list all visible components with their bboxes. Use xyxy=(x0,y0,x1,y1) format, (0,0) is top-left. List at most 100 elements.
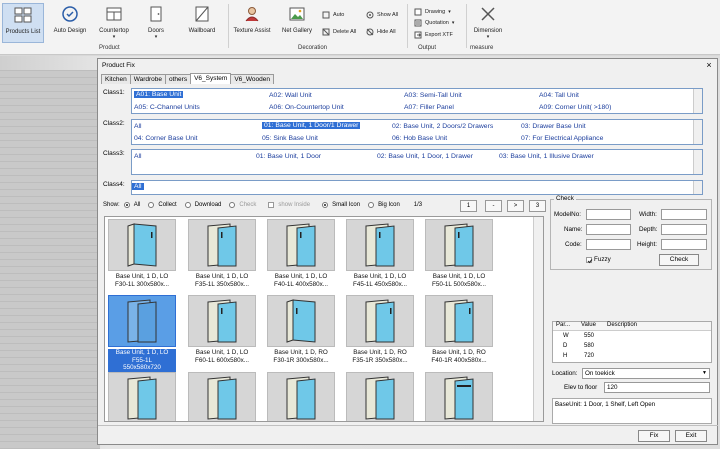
radio-collect[interactable] xyxy=(148,202,155,208)
class2-item[interactable]: 02: Base Unit, 2 Doors/2 Drawers xyxy=(392,123,493,130)
product-thumb[interactable] xyxy=(346,372,414,421)
class2-item[interactable]: 04: Corner Base Unit xyxy=(134,135,197,142)
class1-item[interactable]: A03: Semi-Tall Unit xyxy=(404,92,462,99)
product-thumb[interactable]: Base Unit, 1 D, LO F30-1L 300x580x... xyxy=(108,219,176,288)
class4-scrollbar[interactable] xyxy=(693,181,702,194)
product-thumb-selected[interactable]: Base Unit, 1 D, LO F55-1L 550x580x720 xyxy=(108,295,176,372)
cabinet-icon xyxy=(108,372,176,421)
tab-v6-system[interactable]: V6_System xyxy=(190,73,232,84)
depth-label: Depth: xyxy=(639,226,658,233)
class1-scrollbar[interactable] xyxy=(693,89,702,113)
check-button[interactable]: Check xyxy=(659,254,699,266)
page-next-button[interactable]: > xyxy=(507,200,524,212)
param-value[interactable]: 550 xyxy=(584,333,594,339)
class2-item[interactable]: 06: Hob Base Unit xyxy=(392,135,447,142)
tab-v6-wooden[interactable]: V6_Wooden xyxy=(230,74,274,84)
class2-item[interactable]: 03: Drawer Base Unit xyxy=(521,123,586,130)
fuzzy-option[interactable]: Fuzzy xyxy=(586,256,611,263)
class3-item[interactable]: 03: Base Unit, 1 Illusive Drawer xyxy=(499,153,594,160)
product-thumb[interactable] xyxy=(108,372,176,421)
class2-item[interactable]: All xyxy=(134,123,142,130)
products-list-button[interactable]: Products List xyxy=(2,3,44,43)
param-value[interactable]: 580 xyxy=(584,343,594,349)
dimension-button[interactable]: Dimension xyxy=(469,3,507,43)
radio-big-icon[interactable] xyxy=(368,202,375,208)
location-select[interactable]: On toekick ▼ xyxy=(582,368,710,379)
elev-input[interactable]: 120 xyxy=(604,382,710,393)
class1-item[interactable]: A09: Corner Unit( >180) xyxy=(539,104,611,111)
grid-scrollbar[interactable] xyxy=(533,217,543,421)
class3-item[interactable]: 02: Base Unit, 1 Door, 1 Drawer xyxy=(377,153,473,160)
model-no-input[interactable] xyxy=(586,209,631,220)
tab-kitchen[interactable]: Kitchen xyxy=(101,74,131,84)
export-xtf-button[interactable]: Export XTF xyxy=(414,31,453,39)
auto-button[interactable]: Auto xyxy=(322,11,344,19)
radio-big-icon-label: Big Icon xyxy=(378,202,400,208)
radio-collect-label: Collect xyxy=(158,202,177,208)
product-thumb[interactable]: Base Unit, 1 D, RO F35-1R 350x580x... xyxy=(346,295,414,364)
class2-item[interactable]: 05: Sink Base Unit xyxy=(262,135,318,142)
fix-button[interactable]: Fix xyxy=(638,430,670,442)
show-filter-row: Show: All Collect Download Check show In… xyxy=(103,202,422,208)
class2-item[interactable]: 07: For Electrical Appliance xyxy=(521,135,603,142)
code-input[interactable] xyxy=(586,239,631,250)
radio-check[interactable] xyxy=(229,202,236,208)
product-thumb[interactable]: Base Unit, 1 D, LO F60-1L 600x580x... xyxy=(188,295,256,364)
product-thumb[interactable]: Base Unit, 1 D, LO F35-1L 350x580x... xyxy=(188,219,256,288)
product-caption: Base Unit, 1 D, RO xyxy=(274,349,328,356)
auto-design-button[interactable]: Auto Design xyxy=(50,3,90,43)
drawing-button[interactable]: Drawing xyxy=(414,8,451,16)
width-input[interactable] xyxy=(661,209,707,220)
close-icon[interactable]: × xyxy=(703,60,715,70)
height-input[interactable] xyxy=(661,239,707,250)
hide-all-button[interactable]: Hide All xyxy=(366,28,396,36)
page-last-button[interactable]: 3 xyxy=(529,200,546,212)
class4-item[interactable]: All xyxy=(132,183,144,190)
product-thumb[interactable]: Base Unit, 1 D, RO F30-1R 300x580x... xyxy=(267,295,335,364)
cabinet-icon xyxy=(267,372,335,421)
tab-wardrobe[interactable]: Wardrobe xyxy=(129,74,166,84)
product-thumb[interactable]: Base Unit, 1 D, LO F40-1L 400x580x... xyxy=(267,219,335,288)
radio-all[interactable] xyxy=(123,202,130,208)
product-thumb[interactable]: Base Unit, 1 D, RO F40-1R 400x580x... xyxy=(425,295,493,364)
quotation-button[interactable]: Quotation xyxy=(414,19,454,27)
doors-button[interactable]: Doors xyxy=(140,3,172,43)
depth-input[interactable] xyxy=(661,224,707,235)
countertop-button[interactable]: Countertop xyxy=(95,3,133,43)
net-gallery-button[interactable]: Net Gallery xyxy=(278,3,316,43)
class2-item[interactable]: 01: Base Unit, 1 Door/1 Drawer xyxy=(262,122,361,129)
class1-item[interactable]: A01: Base Unit xyxy=(134,91,184,98)
tab-others[interactable]: others xyxy=(165,74,192,84)
page-first-button[interactable]: 1 xyxy=(460,200,477,212)
class4-label: Class4: xyxy=(103,181,125,188)
show-inside-checkbox[interactable] xyxy=(268,202,275,208)
texture-assist-button[interactable]: Texture Assist xyxy=(232,3,272,43)
radio-small-icon[interactable] xyxy=(322,202,329,208)
class3-item[interactable]: All xyxy=(134,153,142,160)
product-thumb[interactable] xyxy=(425,372,493,421)
cabinet-icon xyxy=(108,295,176,347)
class1-list: A01: Base Unit A02: Wall Unit A03: Semi-… xyxy=(131,88,703,114)
product-thumb[interactable]: Base Unit, 1 D, LO F45-1L 450x580x... xyxy=(346,219,414,288)
class3-item[interactable]: 01: Base Unit, 1 Door xyxy=(256,153,321,160)
product-thumb[interactable] xyxy=(188,372,256,421)
class1-item[interactable]: A04: Tall Unit xyxy=(539,92,579,99)
class1-item[interactable]: A06: On-Countertop Unit xyxy=(269,104,344,111)
class2-scrollbar[interactable] xyxy=(693,120,702,144)
exit-button[interactable]: Exit xyxy=(675,430,707,442)
class1-item[interactable]: A02: Wall Unit xyxy=(269,92,312,99)
wallboard-button[interactable]: Wallboard xyxy=(185,3,219,43)
product-thumb[interactable]: Base Unit, 1 D, LO F50-1L 500x580x... xyxy=(425,219,493,288)
dialog-title: Product Fix xyxy=(102,62,135,69)
class3-scrollbar[interactable] xyxy=(693,150,702,174)
param-value[interactable]: 720 xyxy=(584,353,594,359)
radio-download[interactable] xyxy=(184,202,191,208)
class1-item[interactable]: A05: C-Channel Units xyxy=(134,104,200,111)
name-input[interactable] xyxy=(586,224,631,235)
product-thumb[interactable] xyxy=(267,372,335,421)
fuzzy-checkbox[interactable] xyxy=(586,256,593,263)
class1-item[interactable]: A07: Filler Panel xyxy=(404,104,454,111)
delete-all-button[interactable]: Delete All xyxy=(322,28,356,36)
show-all-button[interactable]: Show All xyxy=(366,11,398,19)
page-prev-button[interactable]: - xyxy=(485,200,502,212)
